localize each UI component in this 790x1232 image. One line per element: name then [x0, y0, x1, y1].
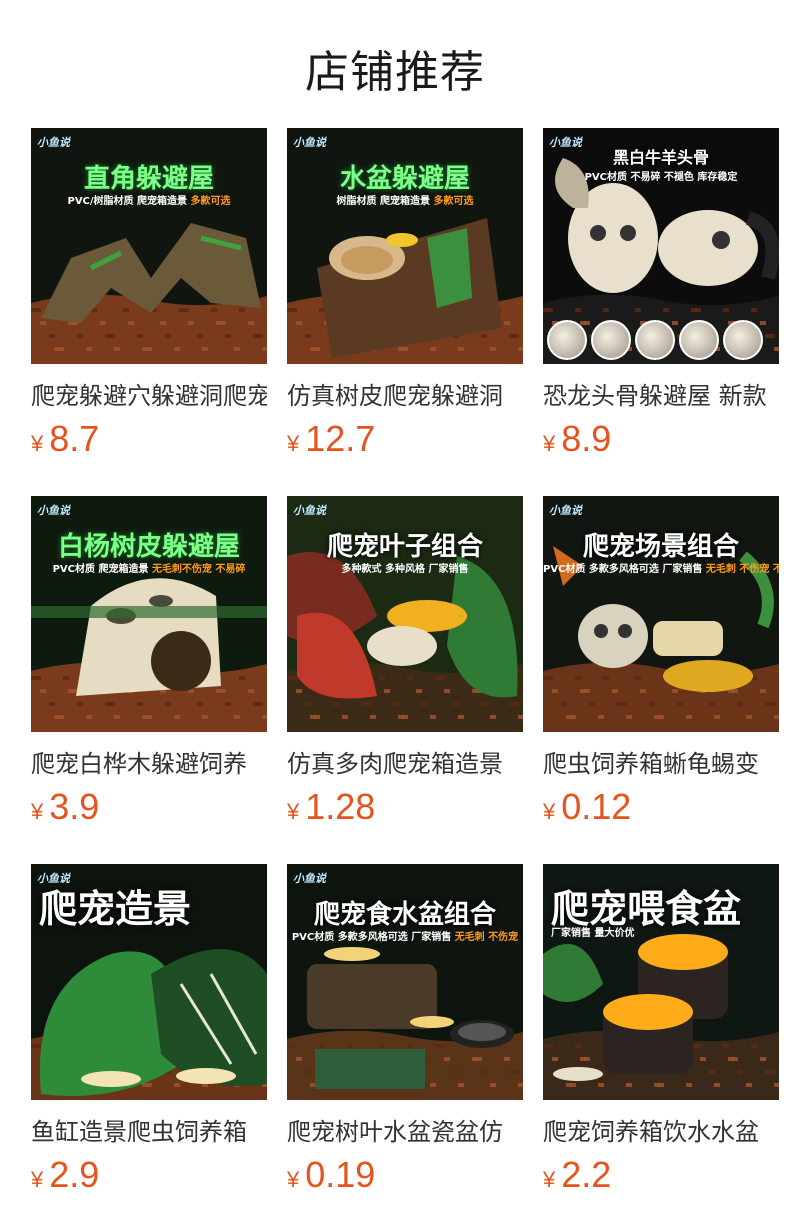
- image-subline: 厂家销售 量大价优: [543, 924, 779, 939]
- product-image[interactable]: 小鱼说爬宠叶子组合多种款式 多种风格 厂家销售: [287, 496, 523, 732]
- variant-thumb: [547, 320, 587, 360]
- currency-symbol: ¥: [31, 1167, 44, 1192]
- product-card[interactable]: 小鱼说爬宠叶子组合多种款式 多种风格 厂家销售仿真多肉爬宠箱造景 ¥1.28: [287, 496, 523, 827]
- brand-logo: 小鱼说: [37, 504, 70, 517]
- image-subline: PVC材质 爬宠箱造景 无毛刺不伤宠 不易碎: [31, 560, 267, 575]
- currency-symbol: ¥: [31, 799, 44, 824]
- currency-symbol: ¥: [287, 1167, 300, 1192]
- product-price: ¥2.2: [543, 1154, 611, 1196]
- product-price: ¥8.7: [31, 418, 99, 460]
- product-title[interactable]: 爬宠白桦木躲避饲养: [31, 744, 267, 779]
- image-subline-text: PVC材质 不易碎 不褪色 库存稳定: [584, 172, 738, 183]
- image-subline-text: PVC材质 爬宠箱造景: [52, 564, 149, 575]
- product-title[interactable]: 仿真多肉爬宠箱造景: [287, 744, 523, 779]
- image-headline: 爬宠场景组合: [582, 532, 739, 562]
- product-price: ¥0.12: [543, 786, 631, 828]
- image-headline: 白杨树皮躲避屋: [57, 532, 240, 562]
- product-title[interactable]: 爬虫饲养箱蜥龟蜴变: [543, 744, 779, 779]
- variant-thumb: [635, 320, 675, 360]
- image-subline: 多种款式 多种风格 厂家销售: [287, 560, 523, 575]
- product-image[interactable]: 小鱼说爬宠场景组合PVC材质 多款多风格可选 厂家销售 无毛刺 不伤宠 不会碎: [543, 496, 779, 732]
- image-headline: 黑白牛羊头骨: [612, 148, 709, 167]
- page-title: 店铺推荐: [305, 47, 485, 98]
- product-price: ¥12.7: [287, 418, 375, 460]
- product-card[interactable]: 小鱼说 水盆躲避屋 树脂材质 爬宠箱造景 多款可选 仿真树皮爬宠躲避洞 ¥12.7: [287, 128, 523, 459]
- image-subline-text: PVC材质 多款多风格可选 厂家销售: [543, 564, 703, 575]
- brand-logo: 小鱼说: [293, 136, 326, 149]
- price-value: 2.9: [49, 1154, 100, 1195]
- image-highlight: 多款可选: [433, 196, 474, 207]
- image-subline-text: PVC/树脂材质 爬宠箱造景: [67, 196, 188, 207]
- product-price: ¥2.9: [31, 1154, 99, 1196]
- product-price: ¥0.19: [287, 1154, 375, 1196]
- currency-symbol: ¥: [287, 431, 300, 456]
- product-card[interactable]: 小鱼说 直角躲避屋 PVC/树脂材质 爬宠箱造景 多款可选 爬宠躲避穴躲避洞爬宠 ¥8.…: [31, 128, 267, 459]
- image-subline: PVC材质 多款多风格可选 厂家销售 无毛刺 不伤宠: [287, 928, 523, 943]
- brand-logo: 小鱼说: [293, 504, 326, 517]
- product-title[interactable]: 仿真树皮爬宠躲避洞: [287, 376, 523, 411]
- currency-symbol: ¥: [543, 431, 556, 456]
- image-subline-text: 厂家销售 量大价优: [551, 928, 635, 939]
- variant-thumb: [679, 320, 719, 360]
- image-headline: 爬宠造景: [39, 887, 192, 931]
- product-title[interactable]: 恐龙头骨躲避屋 新款: [543, 376, 779, 411]
- price-value: 2.2: [561, 1154, 612, 1195]
- image-headline: 爬宠食水盆组合: [313, 900, 496, 930]
- product-image[interactable]: 小鱼说 水盆躲避屋 树脂材质 爬宠箱造景 多款可选: [287, 128, 523, 364]
- product-card[interactable]: 小鱼说 白杨树皮躲避屋 PVC材质 爬宠箱造景 无毛刺不伤宠 不易碎 爬宠白桦木躲避饲…: [31, 496, 267, 827]
- image-subline: PVC材质 多款多风格可选 厂家销售 无毛刺 不伤宠 不会碎: [543, 560, 779, 575]
- image-highlight: 无毛刺 不伤宠 不会碎: [705, 564, 779, 575]
- currency-symbol: ¥: [31, 431, 44, 456]
- image-subline-text: 树脂材质 爬宠箱造景: [336, 196, 430, 207]
- currency-symbol: ¥: [543, 799, 556, 824]
- currency-symbol: ¥: [287, 799, 300, 824]
- product-image[interactable]: 小鱼说 爬宠造景: [31, 864, 267, 1100]
- product-image[interactable]: 小鱼说 爬宠食水盆组合 PVC材质 多款多风格可选 厂家销售 无毛刺 不伤宠: [287, 864, 523, 1100]
- price-value: 12.7: [305, 418, 376, 459]
- price-value: 0.12: [561, 786, 632, 827]
- image-subline: 树脂材质 爬宠箱造景 多款可选: [287, 192, 523, 207]
- image-highlight: 多款可选: [190, 196, 231, 207]
- product-price: ¥1.28: [287, 786, 375, 828]
- product-title[interactable]: 爬宠饲养箱饮水水盆: [543, 1112, 779, 1147]
- variant-thumbnails: [547, 320, 763, 360]
- image-subline: PVC材质 不易碎 不褪色 库存稳定: [543, 168, 779, 183]
- image-highlight: 无毛刺不伤宠 不易碎: [151, 564, 246, 575]
- variant-thumb: [723, 320, 763, 360]
- brand-logo: 小鱼说: [549, 504, 582, 517]
- product-card[interactable]: 小鱼说 黑白牛羊头骨 PVC材质 不易碎 不褪色 库存稳定 恐龙头骨躲避屋 新款 ¥8.…: [543, 128, 779, 459]
- image-headline: 直角躲避屋: [83, 164, 214, 194]
- product-card[interactable]: 小鱼说 爬宠食水盆组合 PVC材质 多款多风格可选 厂家销售 无毛刺 不伤宠 爬宠树叶…: [287, 864, 523, 1195]
- product-image[interactable]: 小鱼说 白杨树皮躲避屋 PVC材质 爬宠箱造景 无毛刺不伤宠 不易碎: [31, 496, 267, 732]
- product-price: ¥3.9: [31, 786, 99, 828]
- product-title[interactable]: 爬宠树叶水盆瓷盆仿: [287, 1112, 523, 1147]
- product-title[interactable]: 爬宠躲避穴躲避洞爬宠: [31, 376, 267, 411]
- image-subline: PVC/树脂材质 爬宠箱造景 多款可选: [31, 192, 267, 207]
- price-value: 8.7: [49, 418, 100, 459]
- price-value: 3.9: [49, 786, 100, 827]
- image-headline: 水盆躲避屋: [339, 164, 470, 194]
- product-image[interactable]: 爬宠喂食盆 厂家销售 量大价优: [543, 864, 779, 1100]
- product-card[interactable]: 小鱼说爬宠场景组合PVC材质 多款多风格可选 厂家销售 无毛刺 不伤宠 不会碎爬…: [543, 496, 779, 827]
- product-card[interactable]: 爬宠喂食盆 厂家销售 量大价优爬宠饲养箱饮水水盆 ¥2.2: [543, 864, 779, 1195]
- product-card[interactable]: 小鱼说 爬宠造景鱼缸造景爬虫饲养箱 ¥2.9: [31, 864, 267, 1195]
- variant-thumb: [591, 320, 631, 360]
- brand-logo: 小鱼说: [37, 136, 70, 149]
- price-value: 0.19: [305, 1154, 376, 1195]
- image-highlight: 无毛刺 不伤宠: [454, 932, 519, 943]
- product-title[interactable]: 鱼缸造景爬虫饲养箱: [31, 1112, 267, 1147]
- currency-symbol: ¥: [543, 1167, 556, 1192]
- image-headline: 爬宠叶子组合: [326, 532, 483, 562]
- image-subline-text: PVC材质 多款多风格可选 厂家销售: [291, 932, 452, 943]
- product-price: ¥8.9: [543, 418, 611, 460]
- price-value: 1.28: [305, 786, 376, 827]
- product-image[interactable]: 小鱼说 黑白牛羊头骨 PVC材质 不易碎 不褪色 库存稳定: [543, 128, 779, 364]
- product-image[interactable]: 小鱼说 直角躲避屋 PVC/树脂材质 爬宠箱造景 多款可选: [31, 128, 267, 364]
- brand-logo: 小鱼说: [293, 872, 326, 885]
- image-subline-text: 多种款式 多种风格 厂家销售: [341, 564, 469, 575]
- price-value: 8.9: [561, 418, 612, 459]
